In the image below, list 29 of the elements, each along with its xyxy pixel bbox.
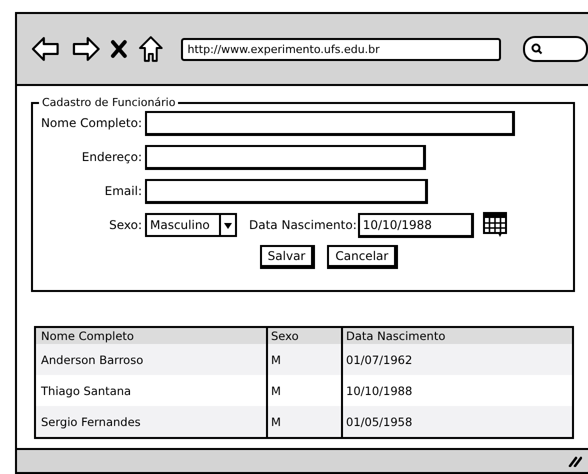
table-cell: 01/05/1958	[341, 406, 572, 437]
input-field[interactable]	[145, 144, 426, 170]
back-icon[interactable]	[31, 35, 61, 63]
search-icon	[530, 43, 543, 55]
forward-icon[interactable]	[70, 35, 100, 63]
form-button[interactable]: Cancelar	[327, 245, 398, 269]
sex-dropdown[interactable]: Masculino	[145, 213, 237, 237]
column-header: Nome Completo	[40, 328, 135, 344]
table-cell-text: Sergio Fernandes	[40, 414, 142, 430]
caret-icon	[219, 215, 235, 235]
table-cell: M	[266, 406, 341, 437]
search-field[interactable]	[522, 36, 588, 62]
home-icon[interactable]	[138, 35, 164, 63]
form-button[interactable]: Salvar	[260, 245, 316, 269]
field-label: Sexo:	[108, 218, 143, 232]
close-icon[interactable]	[110, 40, 128, 58]
field-label: Nome Completo:	[40, 116, 143, 130]
resize-grip-icon[interactable]	[568, 455, 582, 467]
table-cell-text: Anderson Barroso	[40, 352, 144, 368]
address-field[interactable]: http://www.experimento.ufs.edu.br	[181, 38, 501, 60]
field-label: Endereço:	[80, 150, 143, 164]
panel-title: Cadastro de Funcionário	[41, 96, 176, 109]
date-field[interactable]: 10/10/1988	[358, 212, 474, 238]
table-cell-text: Thiago Santana	[40, 382, 132, 400]
calendar-icon[interactable]	[482, 212, 507, 238]
input-field[interactable]	[145, 178, 428, 204]
input-field[interactable]	[145, 110, 515, 136]
field-label: Data Nascimento:	[249, 218, 357, 232]
field-label: Email:	[104, 184, 143, 198]
